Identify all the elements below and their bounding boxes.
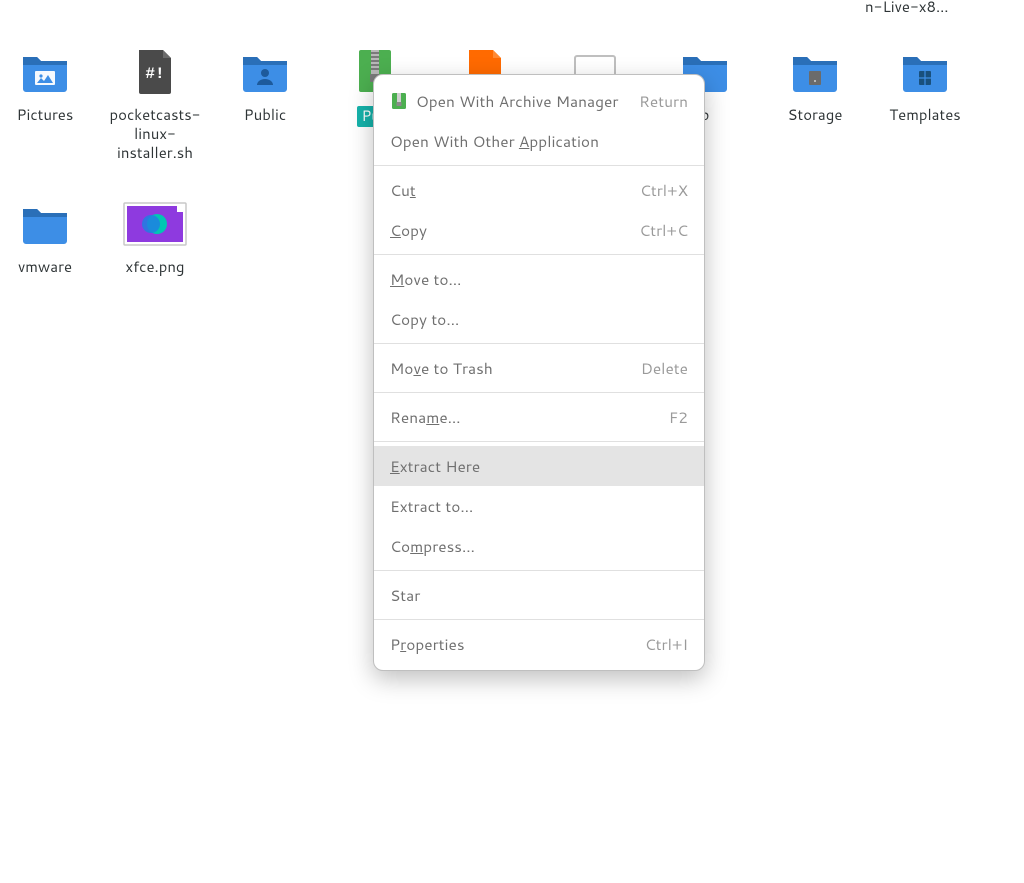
- folder-public-icon: [233, 40, 297, 104]
- menu-separator: [374, 570, 704, 571]
- file-item-templates[interactable]: Templates: [870, 40, 980, 162]
- menu-item-label: Copy: [390, 219, 639, 241]
- menu-separator: [374, 392, 704, 393]
- menu-item-label: Compress…: [390, 535, 688, 557]
- menu-item-cut[interactable]: CutCtrl+X: [374, 170, 704, 210]
- menu-item-accelerator: Return: [639, 90, 688, 112]
- menu-item-label: Open With Archive Manager: [416, 90, 639, 112]
- menu-item-star[interactable]: Star: [374, 575, 704, 615]
- menu-item-label: Extract Here: [390, 455, 688, 477]
- menu-item-extract-here[interactable]: Extract Here: [374, 446, 704, 486]
- file-item-vmware[interactable]: vmware: [0, 192, 100, 277]
- menu-item-open-with-other-application[interactable]: Open With Other Application: [374, 121, 704, 161]
- folder-storage-icon: [783, 40, 847, 104]
- image-thumbnail-icon: [123, 192, 187, 256]
- menu-item-properties[interactable]: PropertiesCtrl+I: [374, 624, 704, 664]
- file-label: vmware: [14, 258, 76, 277]
- file-item-pictures[interactable]: Pictures: [0, 40, 100, 162]
- menu-item-move-to[interactable]: Move to…: [374, 259, 704, 299]
- folder-templates-icon: [893, 40, 957, 104]
- menu-item-label: Move to Trash: [390, 357, 641, 379]
- menu-separator: [374, 165, 704, 166]
- menu-item-label: Cut: [390, 179, 640, 201]
- archive-app-icon: [390, 92, 408, 110]
- menu-item-label: Open With Other Application: [390, 130, 688, 152]
- menu-item-compress[interactable]: Compress…: [374, 526, 704, 566]
- context-menu: Open With Archive ManagerReturnOpen With…: [373, 74, 705, 671]
- folder-pictures-icon: [13, 40, 77, 104]
- menu-item-rename[interactable]: Rename…F2: [374, 397, 704, 437]
- menu-item-accelerator: Delete: [641, 357, 688, 379]
- file-item-image[interactable]: xfce.png: [100, 192, 210, 277]
- menu-separator: [374, 343, 704, 344]
- folder-icon: [1018, 40, 1024, 104]
- menu-item-accelerator: Ctrl+X: [640, 179, 688, 201]
- menu-item-copy-to[interactable]: Copy to…: [374, 299, 704, 339]
- menu-item-label: Star: [390, 584, 688, 606]
- file-item-storage[interactable]: Storage: [760, 40, 870, 162]
- menu-item-label: Rename…: [390, 406, 669, 428]
- menu-item-copy[interactable]: CopyCtrl+C: [374, 210, 704, 250]
- file-label: xfce.png: [121, 258, 188, 277]
- menu-item-label: Move to…: [390, 268, 688, 290]
- menu-item-accelerator: Ctrl+C: [639, 219, 688, 241]
- menu-item-accelerator: Ctrl+I: [645, 633, 688, 655]
- file-item-script[interactable]: #! pocketcasts-linux-installer.sh: [100, 40, 210, 162]
- file-label: Templates: [885, 106, 964, 125]
- menu-item-label: Copy to…: [390, 308, 688, 330]
- menu-separator: [374, 254, 704, 255]
- file-item-public[interactable]: Public: [210, 40, 320, 162]
- menu-item-move-to-trash[interactable]: Move to TrashDelete: [374, 348, 704, 388]
- file-label: pocketcasts-linux-installer.sh: [100, 106, 210, 162]
- svg-text:#!: #!: [145, 65, 164, 83]
- file-label: Public: [240, 106, 290, 125]
- menu-separator: [374, 619, 704, 620]
- menu-item-accelerator: F2: [669, 406, 688, 428]
- folder-icon: [13, 192, 77, 256]
- menu-item-open-with-archive-manager[interactable]: Open With Archive ManagerReturn: [374, 81, 704, 121]
- menu-item-label: Properties: [390, 633, 645, 655]
- menu-item-label: Extract to…: [390, 495, 688, 517]
- file-label: Storage: [784, 106, 847, 125]
- partial-top-label: n-Live-x8…: [865, 0, 949, 17]
- file-label: Pictures: [13, 106, 78, 125]
- menu-separator: [374, 441, 704, 442]
- script-file-icon: #!: [123, 40, 187, 104]
- file-item-edge[interactable]: te: [995, 40, 1024, 125]
- menu-item-extract-to[interactable]: Extract to…: [374, 486, 704, 526]
